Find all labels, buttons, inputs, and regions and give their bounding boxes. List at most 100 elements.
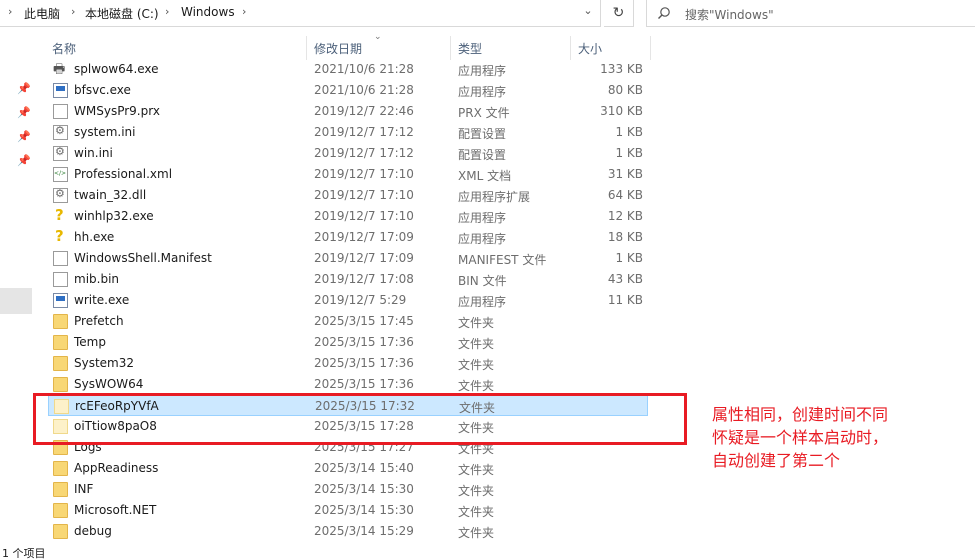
file-type: 文件夹	[458, 337, 495, 351]
exe-icon	[53, 293, 68, 308]
folder-icon	[53, 524, 68, 539]
chevron-right-icon[interactable]: ›	[71, 5, 75, 18]
file-type: 应用程序	[458, 232, 507, 246]
file-icon	[53, 251, 68, 266]
folder-row[interactable]: INF 2025/3/14 15:30 文件夹	[48, 479, 648, 500]
sort-chevron-icon: ⌄	[374, 32, 382, 42]
column-header-size[interactable]: 大小	[578, 40, 602, 57]
file-name: splwow64.exe	[74, 62, 159, 76]
file-type: 应用程序	[458, 295, 507, 309]
file-date: 2025/3/14 15:29	[314, 524, 414, 538]
file-date: 2019/12/7 17:09	[314, 230, 414, 244]
settings-file-icon	[53, 187, 68, 203]
file-date: 2019/12/7 17:12	[314, 146, 414, 160]
annotation-line: 属性相同，创建时间不同	[712, 405, 889, 424]
settings-file-icon	[53, 124, 68, 140]
annotation-line: 自动创建了第二个	[712, 451, 841, 470]
annotation-text: 属性相同，创建时间不同 怀疑是一个样本启动时， 自动创建了第二个	[712, 403, 974, 472]
file-date: 2025/3/15 17:36	[314, 335, 414, 349]
file-size: 43 KB	[607, 272, 643, 286]
folder-icon	[53, 314, 68, 329]
file-type: 配置设置	[458, 148, 507, 162]
column-header-name[interactable]: 名称	[52, 40, 76, 57]
refresh-icon[interactable]: ↻	[604, 0, 634, 27]
folder-row[interactable]: Prefetch 2025/3/15 17:45 文件夹	[48, 311, 648, 332]
folder-icon	[53, 377, 68, 392]
file-name: debug	[74, 524, 112, 538]
file-row[interactable]: winhlp32.exe 2019/12/7 17:10 应用程序 12 KB	[48, 206, 648, 227]
file-date: 2025/3/15 17:36	[314, 377, 414, 391]
breadcrumb-windows[interactable]: Windows	[181, 5, 235, 19]
folder-row[interactable]: Microsoft.NET 2025/3/14 15:30 文件夹	[48, 500, 648, 521]
settings-file-icon	[53, 145, 68, 161]
folder-icon	[53, 482, 68, 497]
file-size: 133 KB	[600, 62, 643, 76]
file-row[interactable]: write.exe 2019/12/7 5:29 应用程序 11 KB	[48, 290, 648, 311]
file-row[interactable]: twain_32.dll 2019/12/7 17:10 应用程序扩展 64 KB	[48, 185, 648, 206]
file-name: write.exe	[74, 293, 130, 307]
search-input[interactable]: 搜索"Windows"	[646, 0, 975, 27]
file-size: 80 KB	[607, 83, 643, 97]
file-date: 2021/10/6 21:28	[314, 62, 414, 76]
folder-icon	[53, 335, 68, 350]
file-row[interactable]: win.ini 2019/12/7 17:12 配置设置 1 KB	[48, 143, 648, 164]
file-row[interactable]: Professional.xml 2019/12/7 17:10 XML 文档 31 …	[48, 164, 648, 185]
column-header-date[interactable]: 修改日期	[314, 40, 362, 57]
file-size: 1 KB	[615, 251, 643, 265]
file-size: 1 KB	[615, 146, 643, 160]
file-date: 2019/12/7 5:29	[314, 293, 407, 307]
file-date: 2025/3/14 15:30	[314, 503, 414, 517]
file-row[interactable]: bfsvc.exe 2021/10/6 21:28 应用程序 80 KB	[48, 80, 648, 101]
pin-icon[interactable]: 📌	[17, 155, 31, 167]
address-bar[interactable]: › 此电脑 › 本地磁盘 (C:) › Windows › ⌄	[0, 0, 601, 27]
file-row[interactable]: hh.exe 2019/12/7 17:09 应用程序 18 KB	[48, 227, 648, 248]
pin-icon[interactable]: 📌	[17, 131, 31, 143]
annotation-box	[33, 393, 687, 445]
file-type: 文件夹	[458, 316, 495, 330]
file-name: SysWOW64	[74, 377, 144, 391]
file-row[interactable]: WindowsShell.Manifest 2019/12/7 17:09 MANI…	[48, 248, 648, 269]
folder-row[interactable]: Temp 2025/3/15 17:36 文件夹	[48, 332, 648, 353]
file-name: system.ini	[74, 125, 136, 139]
chevron-down-icon[interactable]: ⌄	[578, 4, 598, 22]
folder-row[interactable]: SysWOW64 2025/3/15 17:36 文件夹	[48, 374, 648, 395]
file-row[interactable]: mib.bin 2019/12/7 17:08 BIN 文件 43 KB	[48, 269, 648, 290]
file-icon	[53, 272, 68, 287]
printer-icon	[53, 60, 68, 82]
file-date: 2019/12/7 17:08	[314, 272, 414, 286]
file-date: 2025/3/15 17:45	[314, 314, 414, 328]
help-icon	[53, 206, 68, 224]
pin-icon[interactable]: 📌	[17, 83, 31, 95]
file-row[interactable]: system.ini 2019/12/7 17:12 配置设置 1 KB	[48, 122, 648, 143]
column-divider[interactable]	[306, 36, 307, 60]
chevron-right-icon[interactable]: ›	[242, 5, 246, 18]
nav-selected-item[interactable]	[0, 288, 32, 314]
pin-icon[interactable]: 📌	[17, 107, 31, 119]
file-type: 应用程序扩展	[458, 190, 531, 204]
column-header-type[interactable]: 类型	[458, 40, 482, 57]
column-divider[interactable]	[570, 36, 571, 60]
file-date: 2019/12/7 17:10	[314, 167, 414, 181]
file-name: AppReadiness	[74, 461, 159, 475]
file-type: 应用程序	[458, 64, 507, 78]
folder-row[interactable]: debug 2025/3/14 15:29 文件夹	[48, 521, 648, 542]
file-type: 文件夹	[458, 358, 495, 372]
address-toolbar: › 此电脑 › 本地磁盘 (C:) › Windows › ⌄ ↻ 搜索"Win…	[0, 0, 975, 30]
file-row[interactable]: splwow64.exe 2021/10/6 21:28 应用程序 133 KB	[48, 59, 648, 82]
chevron-right-icon[interactable]: ›	[165, 5, 169, 18]
file-row[interactable]: WMSysPr9.prx 2019/12/7 22:46 PRX 文件 310 KB	[48, 101, 648, 122]
file-size: 11 KB	[607, 293, 643, 307]
column-divider[interactable]	[450, 36, 451, 60]
breadcrumb-this-pc[interactable]: 此电脑	[24, 5, 60, 22]
file-size: 18 KB	[607, 230, 643, 244]
column-divider[interactable]	[650, 36, 651, 60]
file-type: 文件夹	[458, 484, 495, 498]
file-name: WindowsShell.Manifest	[74, 251, 212, 265]
file-name: winhlp32.exe	[74, 209, 154, 223]
breadcrumb-local-disk[interactable]: 本地磁盘 (C:)	[85, 5, 159, 22]
folder-row[interactable]: System32 2025/3/15 17:36 文件夹	[48, 353, 648, 374]
folder-row[interactable]: AppReadiness 2025/3/14 15:40 文件夹	[48, 458, 648, 479]
file-date: 2025/3/15 17:36	[314, 356, 414, 370]
file-size: 64 KB	[607, 188, 643, 202]
file-date: 2019/12/7 17:12	[314, 125, 414, 139]
